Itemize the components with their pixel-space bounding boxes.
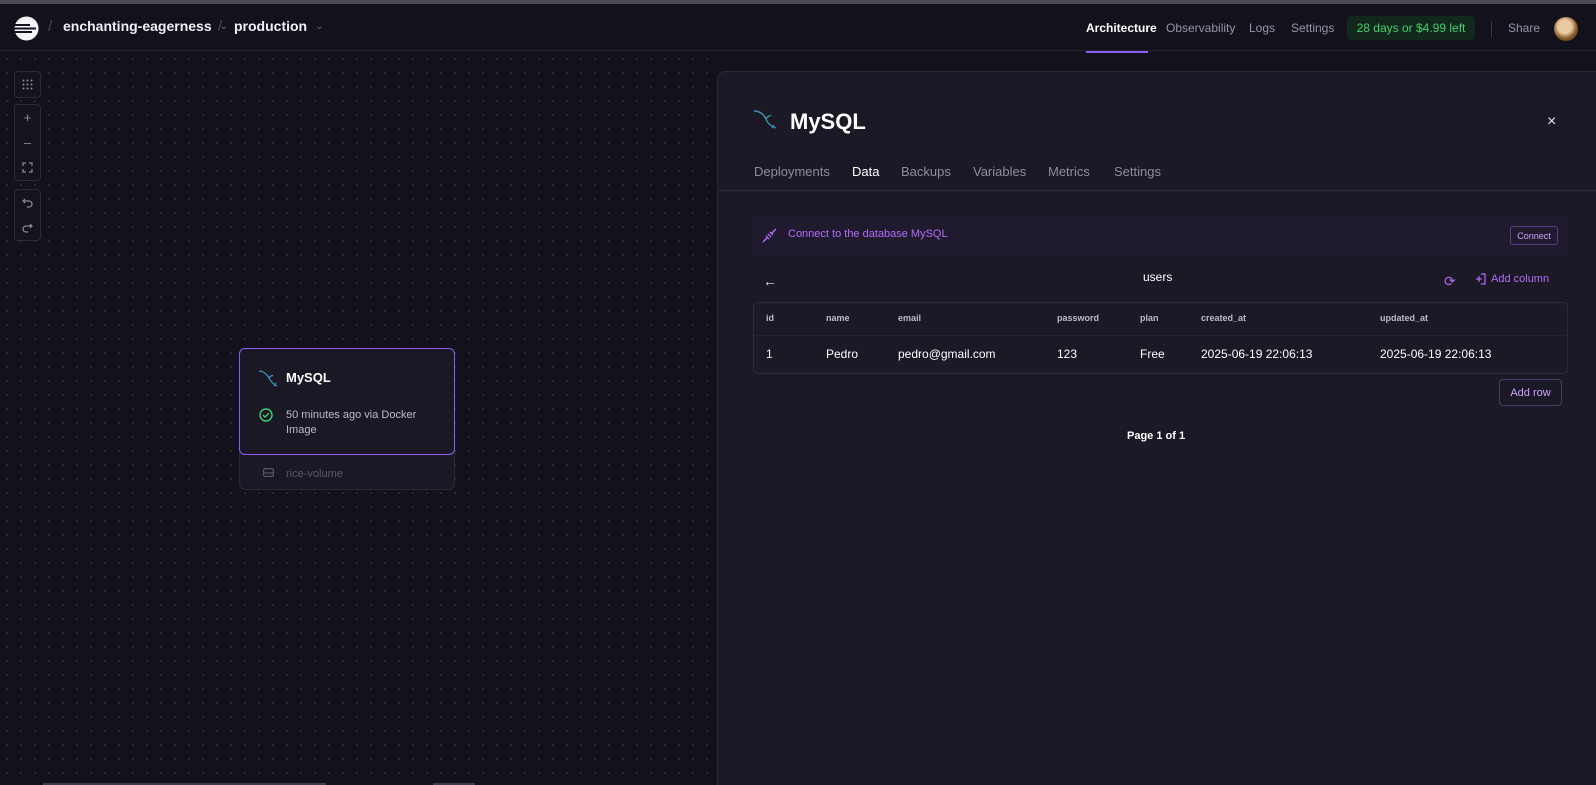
user-avatar[interactable] (1554, 17, 1578, 41)
add-column-button[interactable]: Add column (1475, 273, 1549, 285)
header-divider (754, 335, 1567, 336)
environment-name: production (234, 18, 308, 34)
panel-title: MySQL (790, 109, 866, 134)
success-check-icon (259, 408, 273, 422)
column-header[interactable]: id (766, 313, 774, 323)
undo-icon[interactable] (15, 190, 40, 215)
nav-settings[interactable]: Settings (1291, 21, 1334, 35)
column-header[interactable]: created_at (1201, 313, 1246, 323)
nav-active-indicator (1086, 51, 1148, 53)
grid-icon[interactable] (15, 72, 40, 97)
column-header[interactable]: plan (1140, 313, 1159, 323)
hard-drive-icon (263, 468, 274, 477)
column-header[interactable]: name (826, 313, 850, 323)
mysql-dolphin-icon (753, 110, 777, 129)
back-arrow-icon[interactable]: ← (763, 273, 777, 289)
zoom-out-icon[interactable]: – (15, 130, 40, 155)
tab-metrics[interactable]: Metrics (1048, 164, 1090, 179)
chevron-down-icon: ⌄ (315, 20, 324, 32)
breadcrumb-separator: / (48, 18, 53, 35)
project-name: enchanting-eagerness (63, 18, 212, 34)
zoom-in-icon[interactable]: + (15, 105, 40, 130)
breadcrumb-environment[interactable]: production ⌄ (234, 18, 324, 34)
tab-data[interactable]: Data (852, 164, 879, 179)
trial-badge[interactable]: 28 days or $4.99 left (1347, 16, 1475, 40)
divider (1491, 21, 1492, 37)
table-cell[interactable]: 2025-06-19 22:06:13 (1380, 347, 1491, 361)
add-row-button[interactable]: Add row (1499, 379, 1562, 406)
tab-variables[interactable]: Variables (973, 164, 1026, 179)
table-cell[interactable]: pedro@gmail.com (898, 347, 996, 361)
nav-observability[interactable]: Observability (1166, 21, 1235, 35)
plug-icon (762, 228, 777, 243)
breadcrumb-separator: / (218, 18, 223, 35)
connect-text: Connect to the database MySQL (788, 228, 948, 240)
redo-icon[interactable] (15, 215, 40, 240)
fit-view-icon[interactable] (15, 155, 40, 180)
tab-settings[interactable]: Settings (1114, 164, 1161, 179)
railway-logo-icon[interactable] (14, 16, 39, 41)
mysql-dolphin-icon (258, 370, 278, 387)
table-name: users (1143, 270, 1173, 284)
tab-deployments[interactable]: Deployments (754, 164, 830, 179)
tab-backups[interactable]: Backups (901, 164, 951, 179)
connect-banner: Connect to the database MySQL Connect (753, 217, 1568, 255)
add-column-icon (1476, 273, 1486, 285)
canvas-zoom-controls: + – (14, 104, 41, 181)
architecture-canvas[interactable]: + – rice-volume MySQL 50 minutes ago via… (0, 52, 715, 785)
data-table: id name email password plan created_at u… (753, 302, 1568, 374)
column-header[interactable]: email (898, 313, 921, 323)
table-cell[interactable]: 123 (1057, 347, 1077, 361)
breadcrumb-project[interactable]: enchanting-eagerness ⌄ (63, 18, 228, 34)
column-header[interactable]: updated_at (1380, 313, 1428, 323)
close-icon[interactable]: × (1547, 113, 1556, 131)
canvas-grid-control (14, 71, 41, 98)
table-cell[interactable]: Pedro (826, 347, 858, 361)
deployment-status: 50 minutes ago via Docker Image (286, 409, 417, 436)
connect-button[interactable]: Connect (1510, 226, 1558, 245)
table-cell[interactable]: Free (1140, 347, 1165, 361)
top-bar: / enchanting-eagerness ⌄ / production ⌄ … (0, 4, 1596, 53)
volume-name: rice-volume (286, 468, 343, 480)
service-card-mysql[interactable]: MySQL 50 minutes ago via Docker Image (239, 348, 455, 455)
canvas-history-controls (14, 189, 41, 241)
service-detail-panel: MySQL × Deployments Data Backups Variabl… (717, 71, 1596, 785)
table-cell[interactable]: 2025-06-19 22:06:13 (1201, 347, 1312, 361)
add-column-label: Add column (1491, 273, 1550, 285)
nav-architecture[interactable]: Architecture (1086, 21, 1157, 35)
share-button[interactable]: Share (1508, 21, 1540, 35)
nav-logs[interactable]: Logs (1249, 21, 1275, 35)
service-title: MySQL (286, 370, 331, 385)
table-cell[interactable]: 1 (766, 347, 773, 361)
column-header[interactable]: password (1057, 313, 1099, 323)
tabs-divider (718, 190, 1596, 191)
pagination-label: Page 1 of 1 (1127, 430, 1186, 442)
refresh-icon[interactable]: ⟳ (1444, 273, 1456, 290)
